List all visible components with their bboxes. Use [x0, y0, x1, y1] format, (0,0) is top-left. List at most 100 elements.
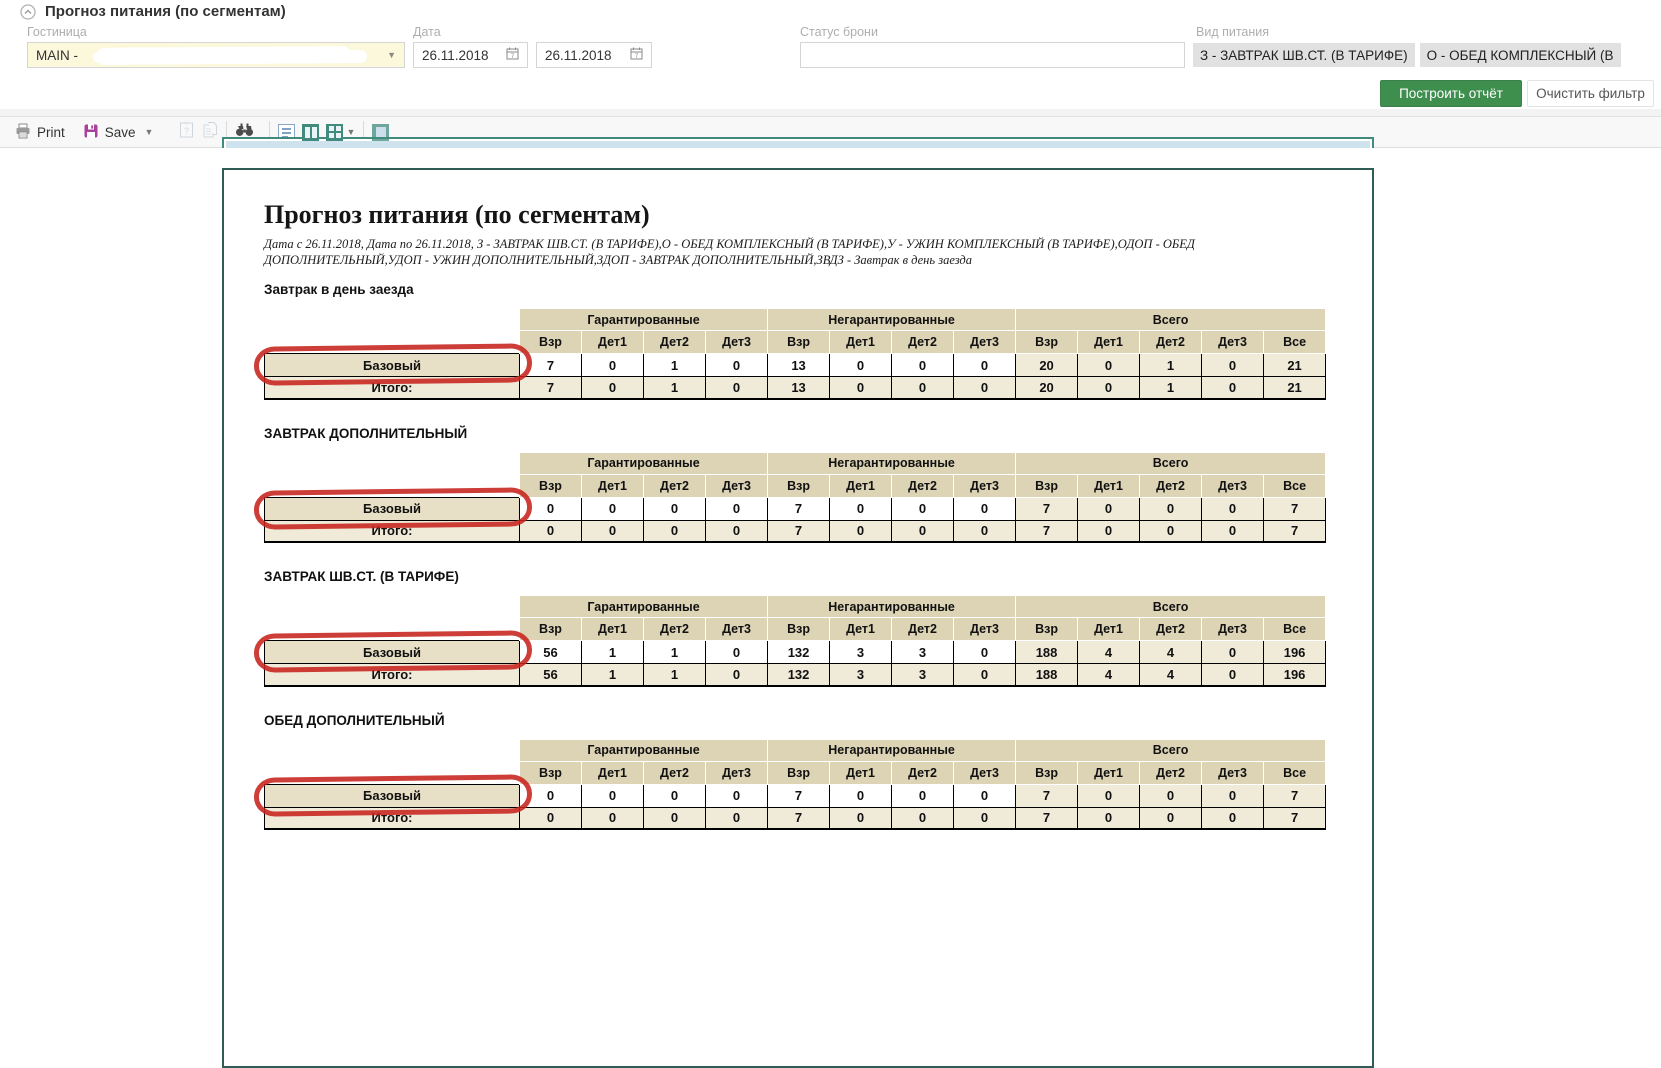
total-value-cell: 0: [1140, 520, 1202, 542]
segment-label: Базовый: [265, 497, 520, 520]
column-header-total: Все: [1264, 474, 1326, 497]
report-page: Прогноз питания (по сегментам) Дата с 26…: [222, 168, 1374, 1068]
column-group-header: Негарантированные: [768, 452, 1016, 474]
value-cell: 188: [1016, 641, 1078, 664]
booking-status-input[interactable]: [800, 42, 1185, 68]
column-header: Дет3: [706, 331, 768, 354]
value-cell: 7: [1264, 784, 1326, 807]
table-row: Базовый7010130002001021: [265, 354, 1326, 377]
report-section: ОБЕД ДОПОЛНИТЕЛЬНЫЙГарантированныеНегара…: [264, 713, 1332, 831]
value-cell: 13: [768, 354, 830, 377]
report-toolbar: Print Save ▼ ? ▼: [0, 116, 1661, 148]
value-cell: 0: [706, 497, 768, 520]
column-header: Дет3: [954, 331, 1016, 354]
forecast-table: ГарантированныеНегарантированныеВсегоВзр…: [264, 739, 1326, 831]
date-to-field[interactable]: 26.11.2018 7: [536, 42, 652, 68]
total-value-cell: 196: [1264, 664, 1326, 686]
hotel-select[interactable]: MAIN - ▼: [27, 42, 405, 68]
panel-title: Прогноз питания (по сегментам): [45, 3, 286, 20]
total-value-cell: 3: [892, 664, 954, 686]
value-cell: 0: [1078, 354, 1140, 377]
column-group-header: Гарантированные: [520, 309, 768, 331]
total-value-cell: 20: [1016, 377, 1078, 399]
collapse-panel-icon[interactable]: [20, 4, 36, 20]
value-cell: 3: [830, 641, 892, 664]
value-cell: 0: [1078, 784, 1140, 807]
panel-divider: [0, 109, 1661, 116]
copy-document-icon[interactable]: [202, 121, 218, 143]
column-header: Дет3: [706, 618, 768, 641]
redaction-blob: [96, 46, 351, 65]
total-value-cell: 1: [1140, 377, 1202, 399]
total-value-cell: 0: [892, 520, 954, 542]
total-value-cell: 0: [1202, 664, 1264, 686]
table-row: Базовый0000700070007: [265, 784, 1326, 807]
total-value-cell: 7: [1264, 807, 1326, 829]
fit-page-width-icon[interactable]: [372, 124, 389, 141]
total-value-cell: 0: [520, 807, 582, 829]
clipboard-question-icon[interactable]: ?: [179, 121, 194, 143]
value-cell: 0: [892, 497, 954, 520]
value-cell: 0: [582, 784, 644, 807]
total-value-cell: 1: [644, 377, 706, 399]
print-button[interactable]: Print: [15, 123, 65, 142]
value-cell: 1: [644, 354, 706, 377]
header-stub: [265, 474, 520, 497]
save-button[interactable]: Save ▼: [83, 123, 154, 142]
facing-pages-view-icon[interactable]: [302, 124, 319, 141]
total-row: Итого:56110132330188440196: [265, 664, 1326, 686]
total-row: Итого:0000700070007: [265, 807, 1326, 829]
column-header: Дет3: [1202, 618, 1264, 641]
header-stub: [265, 331, 520, 354]
value-cell: 3: [892, 641, 954, 664]
report-section: Завтрак в день заездаГарантированныеНега…: [264, 282, 1332, 400]
value-cell: 132: [768, 641, 830, 664]
value-cell: 1: [582, 641, 644, 664]
save-dropdown-caret-icon[interactable]: ▼: [145, 127, 154, 137]
total-value-cell: 0: [954, 807, 1016, 829]
table-wrapper: ГарантированныеНегарантированныеВсегоВзр…: [264, 452, 1332, 544]
report-section: ЗАВТРАК ШВ.СТ. (В ТАРИФЕ)Гарантированные…: [264, 569, 1332, 687]
date-from-field[interactable]: 26.11.2018 7: [413, 42, 528, 68]
column-header: Дет1: [582, 331, 644, 354]
date-label: Дата: [413, 25, 441, 39]
column-header: Взр: [520, 331, 582, 354]
value-cell: 4: [1078, 641, 1140, 664]
total-value-cell: 0: [582, 377, 644, 399]
total-value-cell: 0: [954, 377, 1016, 399]
filter-panel: Прогноз питания (по сегментам) Гостиница…: [0, 0, 1661, 109]
value-cell: 0: [1140, 784, 1202, 807]
forecast-table: ГарантированныеНегарантированныеВсегоВзр…: [264, 452, 1326, 544]
value-cell: 7: [1264, 497, 1326, 520]
build-report-button[interactable]: Построить отчёт: [1380, 80, 1522, 107]
value-cell: 0: [520, 497, 582, 520]
total-value-cell: 0: [582, 807, 644, 829]
total-value-cell: 0: [1202, 520, 1264, 542]
report-subtitle: Дата с 26.11.2018, Дата по 26.11.2018, З…: [264, 236, 1332, 268]
column-header: Дет2: [644, 761, 706, 784]
column-group-header: Негарантированные: [768, 309, 1016, 331]
total-value-cell: 0: [520, 520, 582, 542]
total-value-cell: 0: [892, 807, 954, 829]
view-mode-caret-icon[interactable]: ▼: [346, 127, 355, 137]
meal-type-chip[interactable]: О - ОБЕД КОМПЛЕКСНЫЙ (В: [1420, 43, 1621, 67]
column-header: Взр: [520, 474, 582, 497]
value-cell: 0: [954, 784, 1016, 807]
clear-filter-button[interactable]: Очистить фильтр: [1527, 80, 1654, 107]
total-value-cell: 0: [892, 377, 954, 399]
multi-page-grid-view-icon[interactable]: [326, 124, 343, 141]
report-viewport: Прогноз питания (по сегментам) Дата с 26…: [0, 148, 1661, 824]
calendar-icon[interactable]: 7: [506, 47, 519, 63]
calendar-icon[interactable]: 7: [630, 47, 643, 63]
value-cell: 0: [644, 784, 706, 807]
total-value-cell: 0: [1202, 807, 1264, 829]
meal-type-chip[interactable]: З - ЗАВТРАК ШВ.СТ. (В ТАРИФЕ): [1193, 43, 1415, 67]
meal-type-tagbox[interactable]: З - ЗАВТРАК ШВ.СТ. (В ТАРИФЕ) О - ОБЕД К…: [1193, 43, 1661, 68]
total-value-cell: 0: [830, 377, 892, 399]
column-group-header: Гарантированные: [520, 739, 768, 761]
report-section: ЗАВТРАК ДОПОЛНИТЕЛЬНЫЙГарантированныеНег…: [264, 426, 1332, 544]
value-cell: 56: [520, 641, 582, 664]
column-header: Дет2: [644, 331, 706, 354]
total-value-cell: 7: [1016, 520, 1078, 542]
value-cell: 0: [830, 354, 892, 377]
